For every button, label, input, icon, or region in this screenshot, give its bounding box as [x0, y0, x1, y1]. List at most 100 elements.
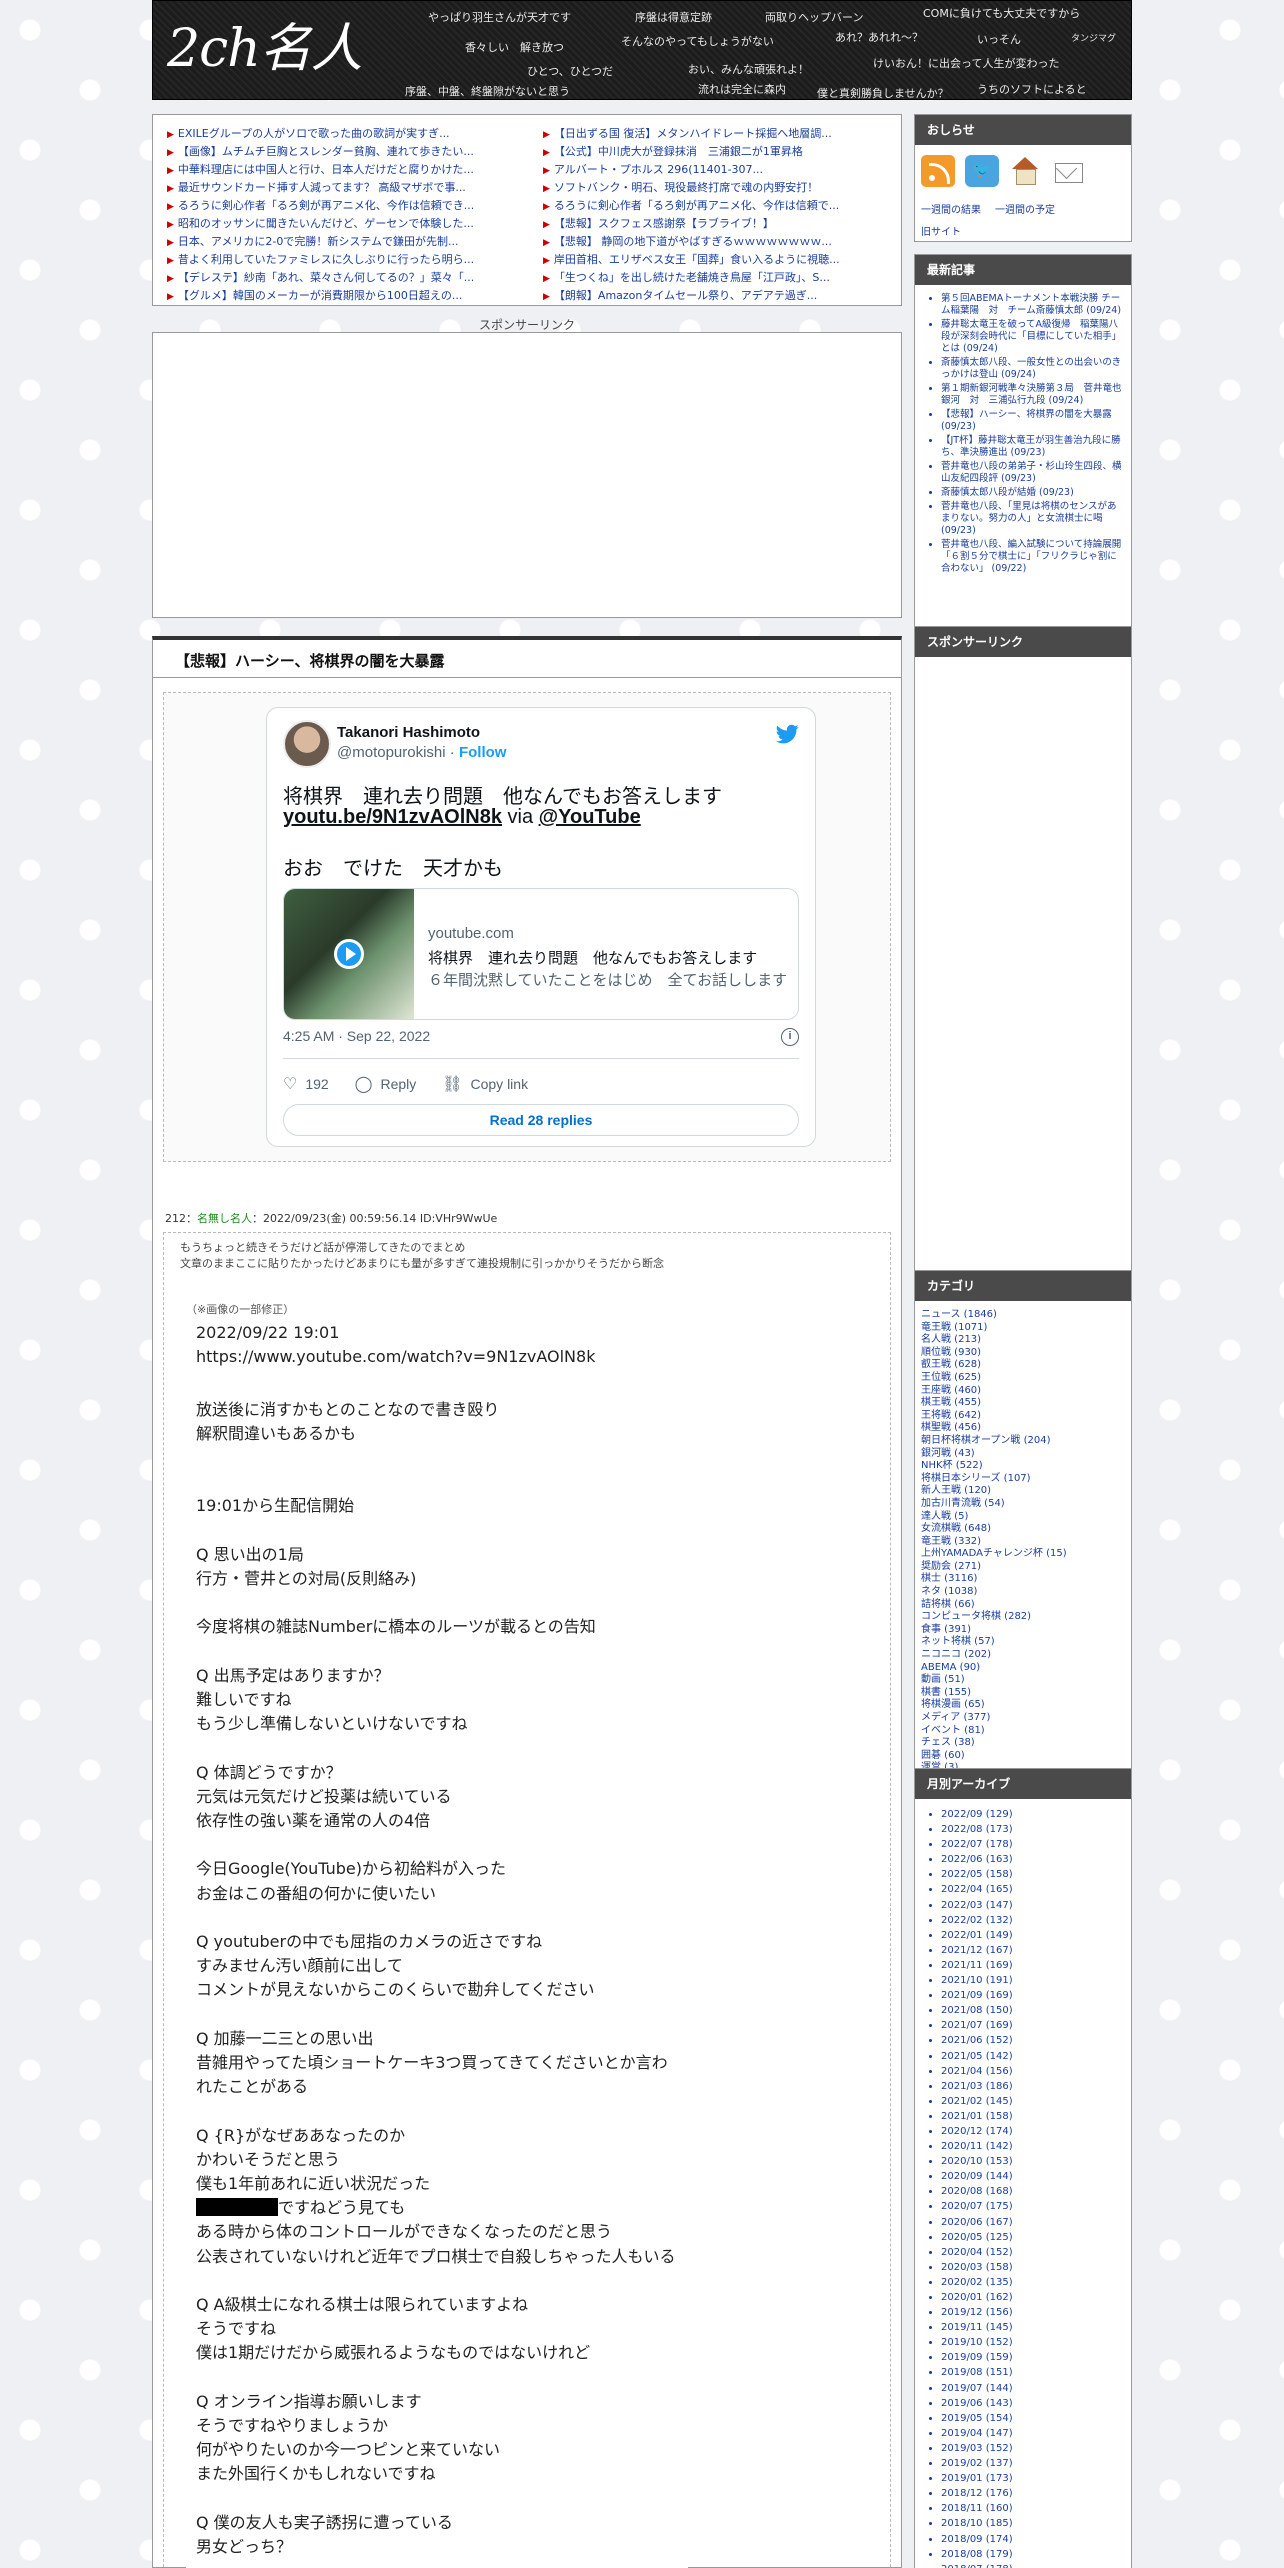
- latest-article-link[interactable]: 藤井聡太竜王を破ってA級復帰 稲葉陽八段が深刻会時代に「目標にしていた相手」とは…: [941, 319, 1125, 355]
- category-link[interactable]: 将棋漫画 (65): [921, 1699, 1127, 1712]
- latest-article-link[interactable]: 第１期新銀河戦準々決勝第３局 菅井竜也銀河 対 三浦弘行九段 (09/24): [941, 383, 1125, 407]
- archive-link[interactable]: 2021/02 (145): [941, 2094, 1129, 2109]
- archive-link[interactable]: 2022/02 (132): [941, 1913, 1129, 1928]
- archive-link[interactable]: 2021/08 (150): [941, 2003, 1129, 2018]
- archive-link[interactable]: 2020/07 (175): [941, 2199, 1129, 2214]
- category-link[interactable]: ABEMA (90): [921, 1662, 1127, 1675]
- category-link[interactable]: 新人王戦 (120): [921, 1485, 1127, 1498]
- archive-link[interactable]: 2022/01 (149): [941, 1928, 1129, 1943]
- archive-link[interactable]: 2022/06 (163): [941, 1852, 1129, 1867]
- archive-link[interactable]: 2018/09 (174): [941, 2532, 1129, 2547]
- category-link[interactable]: 銀河戦 (43): [921, 1448, 1127, 1461]
- category-link[interactable]: 動画 (51): [921, 1674, 1127, 1687]
- category-link[interactable]: ニコニコ (202): [921, 1649, 1127, 1662]
- archive-link[interactable]: 2021/12 (167): [941, 1943, 1129, 1958]
- archive-link[interactable]: 2018/12 (176): [941, 2486, 1129, 2501]
- archive-link[interactable]: 2019/05 (154): [941, 2411, 1129, 2426]
- antenna-link[interactable]: ▶ 岸田首相、エリザベス女王「国葬」食い入るように視聴...: [543, 251, 885, 269]
- antenna-link[interactable]: ▶ 【悲報】スクフェス感謝祭【ラブライブ！】: [543, 215, 885, 233]
- antenna-link[interactable]: ▶ 「生つくね」を出し続けた老舗焼き鳥屋「江戸政」、S...: [543, 269, 885, 287]
- category-link[interactable]: ニュース (1846): [921, 1309, 1127, 1322]
- category-link[interactable]: 順位戦 (930): [921, 1347, 1127, 1360]
- category-link[interactable]: 棋王戦 (455): [921, 1397, 1127, 1410]
- info-icon[interactable]: i: [781, 1028, 799, 1046]
- antenna-link[interactable]: ▶ るろうに剣心作者「るろ剣が再アニメ化、今作は信頼でき...: [167, 197, 509, 215]
- archive-link[interactable]: 2020/05 (125): [941, 2230, 1129, 2245]
- twitter-icon[interactable]: [964, 155, 999, 187]
- archive-link[interactable]: 2021/11 (169): [941, 1958, 1129, 1973]
- category-link[interactable]: メディア (377): [921, 1712, 1127, 1725]
- video-thumbnail[interactable]: [284, 889, 414, 1019]
- category-link[interactable]: 朝日杯将棋オープン戦 (204): [921, 1435, 1127, 1448]
- archive-link[interactable]: 2020/02 (135): [941, 2275, 1129, 2290]
- mail-icon[interactable]: [1052, 155, 1086, 187]
- tweet-mention[interactable]: @YouTube: [539, 806, 641, 828]
- category-link[interactable]: 棋士 (3116): [921, 1573, 1127, 1586]
- antenna-link[interactable]: ▶ ソフトバンク・明石、現役最終打席で魂の内野安打！: [543, 179, 885, 197]
- copy-link-button[interactable]: ⛓ Copy link: [442, 1066, 528, 1103]
- archive-link[interactable]: 2022/04 (165): [941, 1882, 1129, 1897]
- site-logo[interactable]: 2ch名人: [167, 19, 363, 79]
- category-link[interactable]: 囲碁 (60): [921, 1750, 1127, 1763]
- category-link[interactable]: 達人戦 (5): [921, 1511, 1127, 1524]
- archive-link[interactable]: 2019/06 (143): [941, 2396, 1129, 2411]
- archive-link[interactable]: 2021/09 (169): [941, 1988, 1129, 2003]
- antenna-link[interactable]: ▶ 昭和のオッサンに聞きたいんだけど、ゲーセンで体験した...: [167, 215, 509, 233]
- category-link[interactable]: チェス (38): [921, 1737, 1127, 1750]
- archive-link[interactable]: 2019/07 (144): [941, 2381, 1129, 2396]
- home-icon[interactable]: [1008, 155, 1042, 187]
- antenna-link[interactable]: ▶ 【画像】ムチムチ巨胸とスレンダー貧胸、連れて歩きたい...: [167, 143, 509, 161]
- old-site-link[interactable]: 旧サイト: [921, 223, 961, 238]
- category-link[interactable]: ネット将棋 (57): [921, 1636, 1127, 1649]
- antenna-link[interactable]: ▶ 【悲報】 静岡の地下道がやばすぎるｗｗｗｗｗｗｗｗ...: [543, 233, 885, 251]
- latest-article-link[interactable]: 菅井竜也八段、「里見は将棋のセンスがあまりない。努力の人」と女流棋士に喝 (09…: [941, 501, 1125, 537]
- article-title[interactable]: 【悲報】ハーシー、将棋界の闇を大暴露: [153, 640, 901, 678]
- archive-link[interactable]: 2019/12 (156): [941, 2305, 1129, 2320]
- archive-link[interactable]: 2020/08 (168): [941, 2184, 1129, 2199]
- archive-link[interactable]: 2022/08 (173): [941, 1822, 1129, 1837]
- category-link[interactable]: 食事 (391): [921, 1624, 1127, 1637]
- category-link[interactable]: 加古川青流戦 (54): [921, 1498, 1127, 1511]
- category-link[interactable]: 詰将棋 (66): [921, 1599, 1127, 1612]
- latest-article-link[interactable]: 斎藤慎太郎八段、一般女性との出会いのきっかけは登山 (09/24): [941, 357, 1125, 381]
- category-link[interactable]: 将棋日本シリーズ (107): [921, 1473, 1127, 1486]
- category-link[interactable]: 叡王戦 (628): [921, 1359, 1127, 1372]
- archive-link[interactable]: 2022/07 (178): [941, 1837, 1129, 1852]
- antenna-link[interactable]: ▶ 中華料理店には中国人と行け、日本人だけだと腐りかけた...: [167, 161, 509, 179]
- antenna-link[interactable]: ▶ 昔よく利用していたファミレスに久しぶりに行ったら明ら...: [167, 251, 509, 269]
- archive-link[interactable]: 2020/10 (153): [941, 2154, 1129, 2169]
- archive-link[interactable]: 2019/02 (137): [941, 2456, 1129, 2471]
- archive-link[interactable]: 2018/10 (185): [941, 2516, 1129, 2531]
- rss-icon[interactable]: [921, 155, 955, 187]
- tweet-link[interactable]: youtu.be/9N1zvAOlN8k: [283, 806, 502, 828]
- latest-article-link[interactable]: 斎藤慎太郎八段が結婚 (09/23): [941, 487, 1125, 499]
- archive-link[interactable]: 2021/03 (186): [941, 2079, 1129, 2094]
- latest-article-link[interactable]: 【JT杯】藤井聡太竜王が羽生善治九段に勝ち、準決勝進出 (09/23): [941, 435, 1125, 459]
- archive-link[interactable]: 2019/04 (147): [941, 2426, 1129, 2441]
- archive-link[interactable]: 2022/09 (129): [941, 1807, 1129, 1822]
- archive-link[interactable]: 2019/09 (159): [941, 2350, 1129, 2365]
- tweet-handle[interactable]: @motopurokishi: [337, 744, 446, 761]
- link-preview-card[interactable]: youtube.com 将棋界 連れ去り問題 他なんでもお答えします ６年間沈黙…: [283, 888, 799, 1020]
- archive-link[interactable]: 2020/09 (144): [941, 2169, 1129, 2184]
- play-icon[interactable]: [334, 939, 364, 969]
- week-plan-link[interactable]: 一週間の予定: [995, 201, 1055, 216]
- archive-link[interactable]: 2022/03 (147): [941, 1898, 1129, 1913]
- antenna-link[interactable]: ▶ 【デレステ】紗南「あれ、菜々さん何してるの？」菜々「...: [167, 269, 509, 287]
- latest-article-link[interactable]: 【悲報】ハーシー、将棋界の闇を大暴露 (09/23): [941, 409, 1125, 433]
- read-replies-button[interactable]: Read 28 replies: [283, 1104, 799, 1136]
- week-result-link[interactable]: 一週間の結果: [921, 201, 981, 216]
- category-link[interactable]: 奨励会 (271): [921, 1561, 1127, 1574]
- archive-link[interactable]: 2021/01 (158): [941, 2109, 1129, 2124]
- reply-button[interactable]: ◯ Reply: [355, 1066, 417, 1103]
- antenna-link[interactable]: ▶ 最近サウンドカード挿す人減ってます？ 高級マザボで事...: [167, 179, 509, 197]
- avatar[interactable]: [283, 720, 331, 768]
- category-link[interactable]: 棋聖戦 (456): [921, 1422, 1127, 1435]
- category-link[interactable]: 名人戦 (213): [921, 1334, 1127, 1347]
- archive-link[interactable]: 2021/07 (169): [941, 2018, 1129, 2033]
- archive-link[interactable]: 2019/11 (145): [941, 2320, 1129, 2335]
- archive-link[interactable]: 2018/11 (160): [941, 2501, 1129, 2516]
- archive-link[interactable]: 2022/05 (158): [941, 1867, 1129, 1882]
- antenna-link[interactable]: ▶ EXILEグループの人がソロで歌った曲の歌詞が実すぎ...: [167, 125, 509, 143]
- antenna-link[interactable]: ▶ 日本、アメリカに2-0で完勝！新システムで鎌田が先制...: [167, 233, 509, 251]
